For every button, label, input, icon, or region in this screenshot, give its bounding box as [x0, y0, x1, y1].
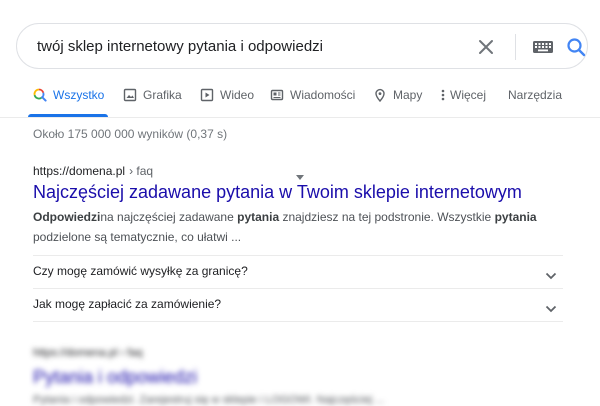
- chevron-down-icon: [545, 300, 557, 313]
- tab-label: Narzędzia: [508, 88, 563, 102]
- result-url-text: https://domena.pl: [33, 164, 126, 178]
- close-icon[interactable]: [475, 36, 497, 58]
- tab-video[interactable]: Wideo: [200, 86, 254, 118]
- tabs-divider: [0, 117, 600, 118]
- search-divider: [515, 34, 516, 60]
- search-icon: [33, 88, 47, 102]
- tab-label: Więcej: [450, 88, 487, 102]
- snippet-text: podzielone są tematycznie, co ułatwi ...: [33, 230, 242, 244]
- result-stats: Około 175 000 000 wyników (0,37 s): [33, 127, 228, 141]
- snippet-bold: pytania: [494, 210, 537, 224]
- tab-more[interactable]: Więcej: [440, 86, 486, 118]
- chevron-down-icon[interactable]: [296, 168, 304, 180]
- tab-label: Grafika: [143, 88, 182, 102]
- result-title[interactable]: Najczęściej zadawane pytania w Twoim skl…: [33, 182, 522, 203]
- tab-label: Wiadomości: [290, 88, 356, 102]
- blurred-result-snippet: Pytania i odpowiedzi. Zarejestruj się w …: [33, 394, 385, 406]
- keyboard-icon[interactable]: [532, 39, 554, 55]
- tab-label: Wideo: [220, 88, 255, 102]
- chevron-down-icon: [545, 267, 557, 280]
- faq-item[interactable]: Czy mogę zamówić wysyłkę za granicę?: [33, 255, 563, 289]
- tab-label: Mapy: [393, 88, 423, 102]
- image-icon: [123, 88, 137, 102]
- faq-divider: [33, 321, 563, 322]
- news-icon: [270, 88, 284, 102]
- tab-news[interactable]: Wiadomości: [270, 86, 355, 118]
- result-snippet: Odpowiedzina najczęściej zadawane pytani…: [33, 207, 563, 247]
- snippet-bold: pytania: [237, 210, 280, 224]
- video-icon: [200, 88, 214, 102]
- faq-question: Jak mogę zapłacić za zamówienie?: [33, 297, 222, 311]
- result-url: https://domena.pl › faq: [33, 164, 153, 178]
- snippet-text: na najczęściej zadawane: [100, 210, 238, 224]
- tab-label: Wszystko: [53, 88, 105, 102]
- snippet-text: znajdziesz na tej podstronie. Wszystkie: [279, 210, 495, 224]
- more-vert-icon: [440, 88, 446, 102]
- search-box[interactable]: [16, 23, 588, 69]
- faq-item[interactable]: Jak mogę zapłacić za zamówienie?: [33, 288, 563, 322]
- faq-question: Czy mogę zamówić wysyłkę za granicę?: [33, 264, 248, 278]
- blurred-result-title[interactable]: Pytania i odpowiedzi: [33, 367, 197, 388]
- search-input[interactable]: [37, 34, 457, 58]
- tab-tools[interactable]: Narzędzia: [508, 86, 562, 118]
- tab-images[interactable]: Grafika: [123, 86, 182, 118]
- search-icon[interactable]: [565, 36, 587, 58]
- snippet-bold: Odpowiedzi: [33, 210, 101, 224]
- blurred-result-url: https://domena.pl › faq: [33, 347, 143, 359]
- result-breadcrumb: › faq: [129, 164, 154, 178]
- map-pin-icon: [373, 88, 387, 103]
- tab-maps[interactable]: Mapy: [373, 86, 422, 118]
